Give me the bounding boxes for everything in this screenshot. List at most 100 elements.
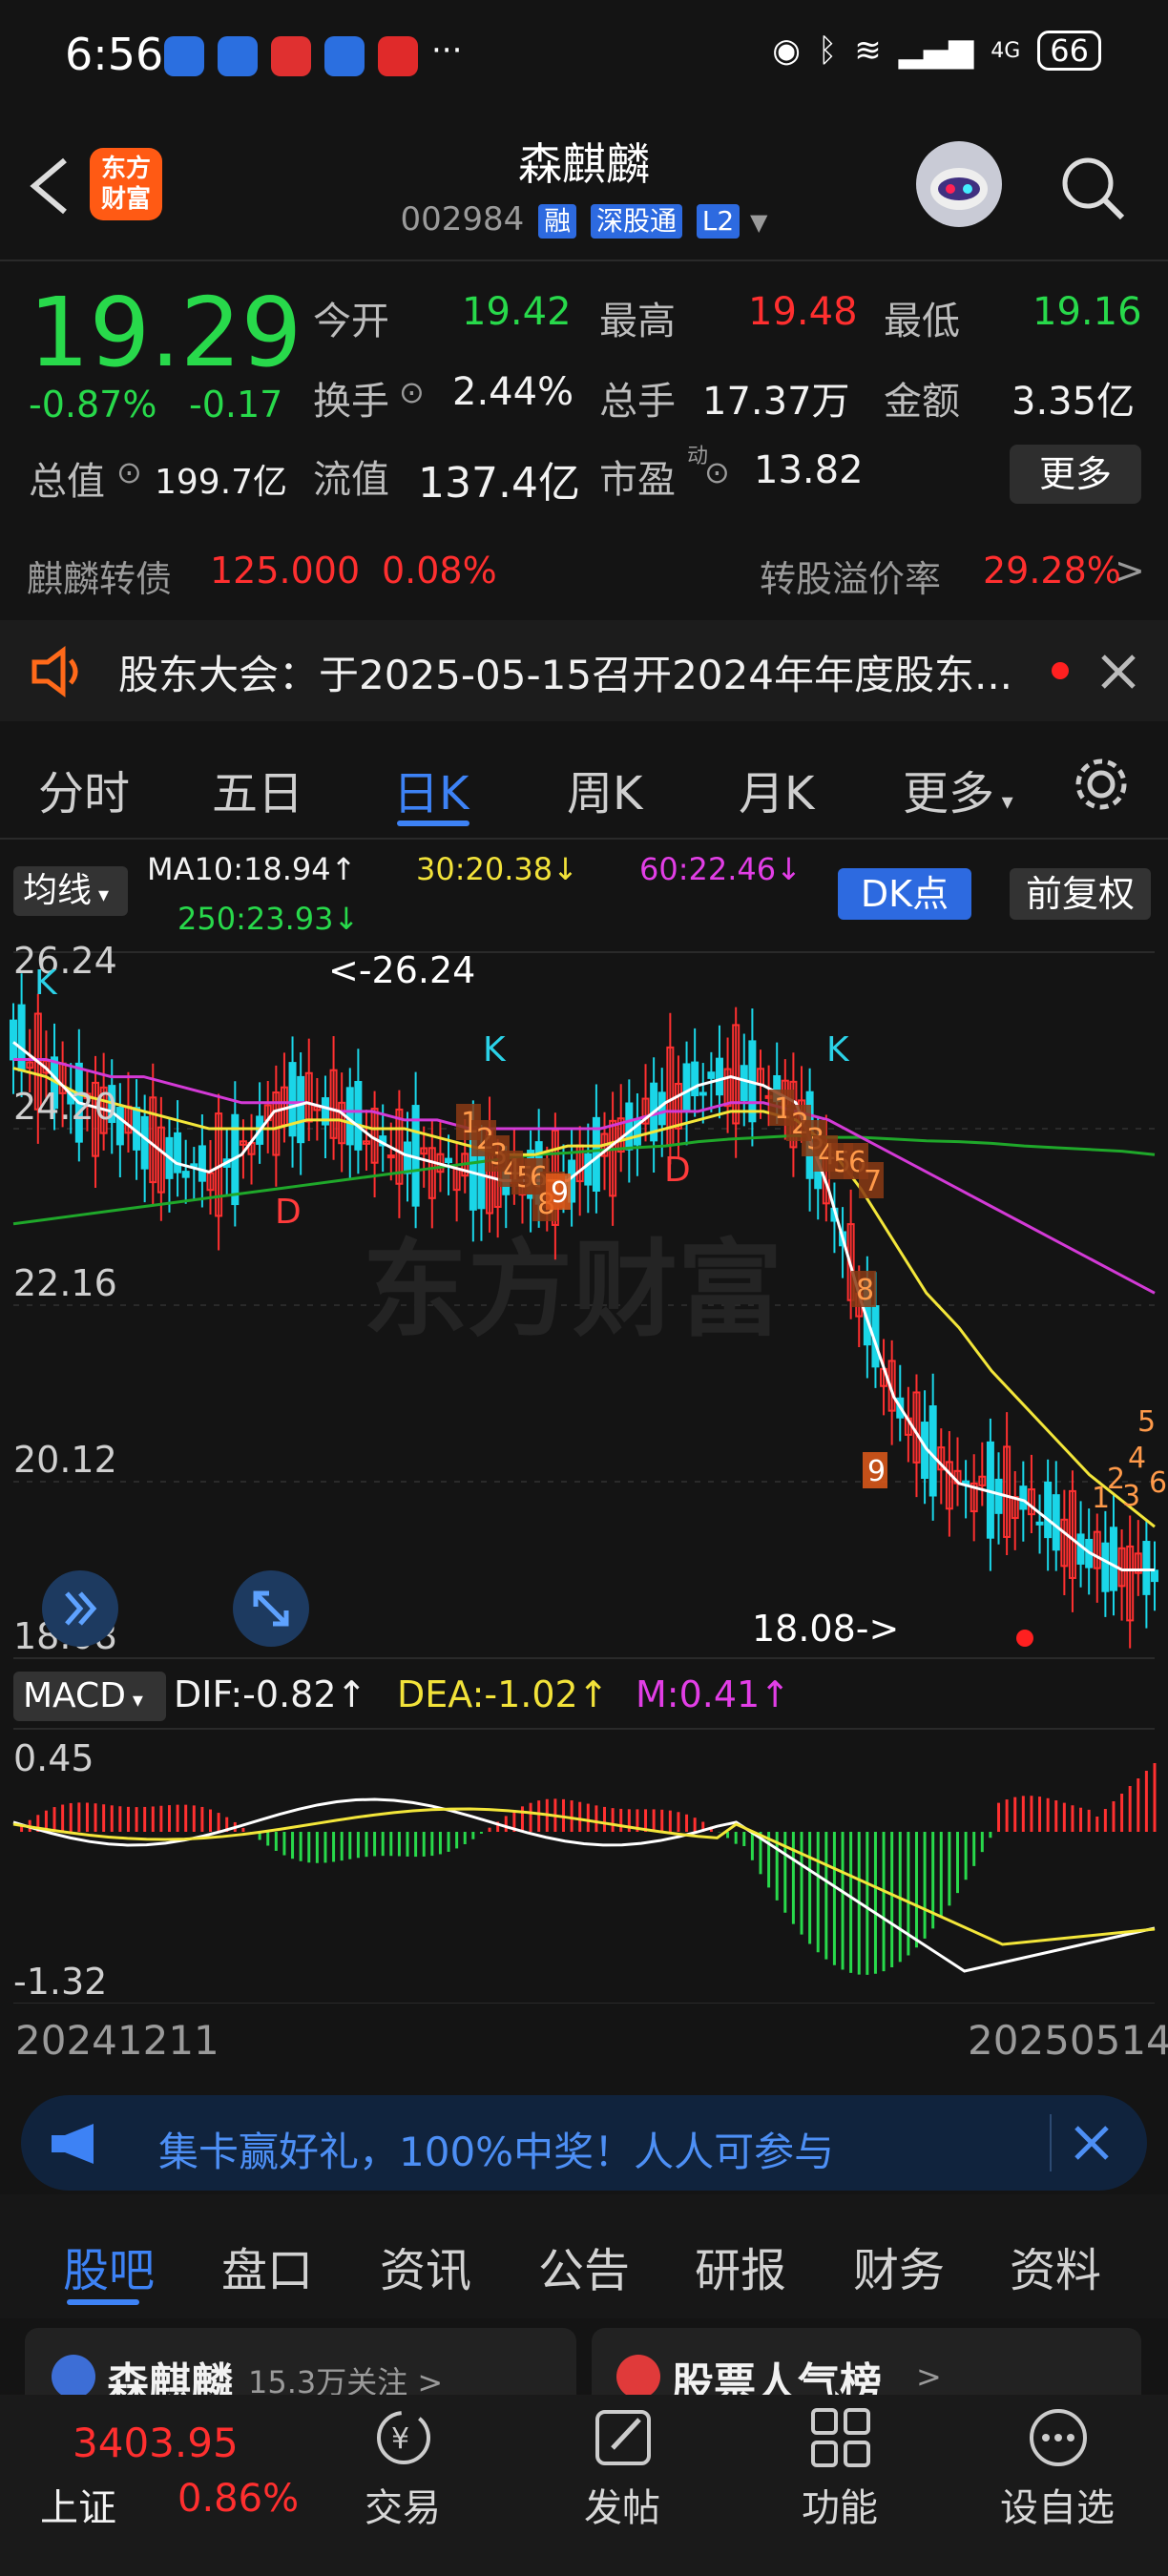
candle-body <box>707 1071 716 1079</box>
baidu-app-icon <box>324 36 365 76</box>
candlestick-chart[interactable]: 东方财富 26.24 24.20 22.16 20.12 18.08 <-26.… <box>0 945 1168 1660</box>
caret-down-icon[interactable]: ▼ <box>750 209 767 236</box>
candle-body <box>1101 1542 1110 1592</box>
notice-banner[interactable]: 股东大会：于2025-05-15召开2024年年度股东... <box>0 620 1168 721</box>
chevron-right-icon[interactable]: > <box>1115 550 1145 592</box>
fullscreen-button[interactable] <box>233 1570 309 1647</box>
k-signal: K <box>34 964 58 1003</box>
tab-daily-k[interactable]: 日K <box>393 756 469 822</box>
status-time: 6:56 <box>65 29 164 80</box>
tab-announcement[interactable]: 公告 <box>538 2233 630 2299</box>
function-grid-icon[interactable] <box>807 2404 874 2471</box>
tab-intraday[interactable]: 分时 <box>38 756 130 822</box>
divider <box>0 838 1168 840</box>
tab-five-day[interactable]: 五日 <box>212 756 303 822</box>
sequence-marker: 9 <box>546 1174 571 1210</box>
d-signal: D <box>664 1151 691 1190</box>
bond-name[interactable]: 麒麟转债 <box>27 550 172 602</box>
candle-body <box>198 1145 206 1182</box>
candle-body <box>1044 1481 1053 1539</box>
candle-body <box>699 1091 707 1096</box>
post-icon[interactable] <box>590 2404 657 2471</box>
more-circle-icon[interactable] <box>1025 2404 1092 2471</box>
macd-y-top: 0.45 <box>13 1737 94 1779</box>
macd-dif: DIF:-0.82↑ <box>174 1673 367 1715</box>
candle-body <box>297 1075 305 1144</box>
huawei-app-icon <box>271 36 311 76</box>
ma30-value: 30:20.38↓ <box>416 851 578 887</box>
candle-body <box>181 1171 190 1178</box>
svg-text:¥: ¥ <box>391 2422 409 2456</box>
premium-value: 29.28% <box>983 550 1121 592</box>
nav-post[interactable]: 发帖 <box>527 2477 718 2532</box>
x-axis-end: 20250514 <box>968 2017 1168 2064</box>
wifi-app-icon <box>218 36 258 76</box>
nav-function[interactable]: 功能 <box>744 2477 935 2532</box>
bluetooth-icon: ᛒ <box>817 31 838 70</box>
search-button[interactable] <box>1057 153 1126 221</box>
index-name[interactable]: 上证 <box>40 2477 116 2532</box>
candle-body <box>354 1080 363 1151</box>
nav-add-watchlist[interactable]: 设自选 <box>962 2477 1153 2532</box>
unread-dot <box>1052 662 1069 679</box>
adjust-button[interactable]: 前复权 <box>1010 868 1151 920</box>
double-chevron-right-icon <box>65 1591 97 1626</box>
fullscreen-icon <box>253 1590 289 1627</box>
settings-gear-icon[interactable] <box>1073 756 1130 813</box>
info-icon[interactable]: ⊙ <box>704 454 730 490</box>
macd-histogram <box>20 1763 1157 1975</box>
more-quote-button[interactable]: 更多 <box>1010 445 1141 504</box>
robot-assistant-icon[interactable] <box>916 141 1002 227</box>
trade-icon[interactable]: ¥ <box>370 2404 437 2471</box>
ma-selector[interactable]: 均线 ▾ <box>13 866 128 916</box>
nav-trade[interactable]: 交易 <box>307 2477 498 2532</box>
candle-body <box>10 1019 17 1061</box>
status-indicators: ◉ ᛒ ≋ ▂▄▆ 4G 66 <box>772 31 1101 71</box>
close-icon[interactable] <box>1099 653 1137 691</box>
float-value: 137.4亿 <box>418 459 580 508</box>
tab-news[interactable]: 资讯 <box>380 2233 471 2299</box>
tab-weekly-k[interactable]: 周K <box>567 756 642 822</box>
index-value[interactable]: 3403.95 <box>73 2420 239 2466</box>
info-icon[interactable]: ⊙ <box>399 374 425 410</box>
index-pct[interactable]: 0.86% <box>177 2477 299 2521</box>
candle-body <box>1142 1541 1151 1595</box>
expand-right-button[interactable] <box>42 1570 118 1647</box>
candle-body <box>1109 1527 1117 1591</box>
tab-more[interactable]: 更多 ▾ <box>903 756 1013 822</box>
turnover-label: 换手 <box>313 380 389 424</box>
turnover-value: 2.44% <box>452 370 574 414</box>
tab-guba[interactable]: 股吧 <box>63 2233 155 2299</box>
macd-chart[interactable]: 0.45 -1.32 <box>0 1717 1168 2004</box>
tab-profile[interactable]: 资料 <box>1010 2233 1101 2299</box>
candle-body <box>740 1065 748 1102</box>
l2-tag: L2 <box>696 203 740 239</box>
dk-point-button[interactable]: DK点 <box>838 868 971 920</box>
tab-finance[interactable]: 财务 <box>853 2233 945 2299</box>
volume-value: 17.37万 <box>702 380 850 424</box>
info-icon[interactable]: ⊙ <box>116 454 142 490</box>
tab-research[interactable]: 研报 <box>695 2233 786 2299</box>
search-icon <box>1062 157 1125 220</box>
close-icon[interactable] <box>1073 2124 1111 2162</box>
signal-icon: ▂▄▆ <box>898 31 974 70</box>
sequence-marker: 3 <box>1122 1480 1140 1513</box>
candle-body <box>140 1115 149 1170</box>
amount-label: 金额 <box>884 380 960 424</box>
amount-value: 3.35亿 <box>1012 380 1136 424</box>
candle-body <box>174 1132 182 1174</box>
current-price: 19.29 <box>29 277 302 388</box>
mktcap-value: 199.7亿 <box>155 463 288 502</box>
tab-pankou[interactable]: 盘口 <box>221 2233 313 2299</box>
mktcap-label: 总值 <box>29 460 105 504</box>
macd-selector[interactable]: MACD ▾ <box>13 1672 166 1721</box>
sequence-marker: 6 <box>1149 1466 1167 1500</box>
promo-banner[interactable]: 集卡赢好礼，100%中奖！人人可参与 <box>21 2095 1147 2191</box>
candle-body <box>345 1087 354 1146</box>
more-notifications-icon: ··· <box>431 31 463 70</box>
notice-text: 股东大会：于2025-05-15召开2024年年度股东... <box>118 652 1013 698</box>
d-signal: D <box>275 1193 302 1232</box>
bond-price: 125.000 <box>210 550 361 592</box>
pe-value: 13.82 <box>754 448 864 492</box>
tab-monthly-k[interactable]: 月K <box>739 756 814 822</box>
